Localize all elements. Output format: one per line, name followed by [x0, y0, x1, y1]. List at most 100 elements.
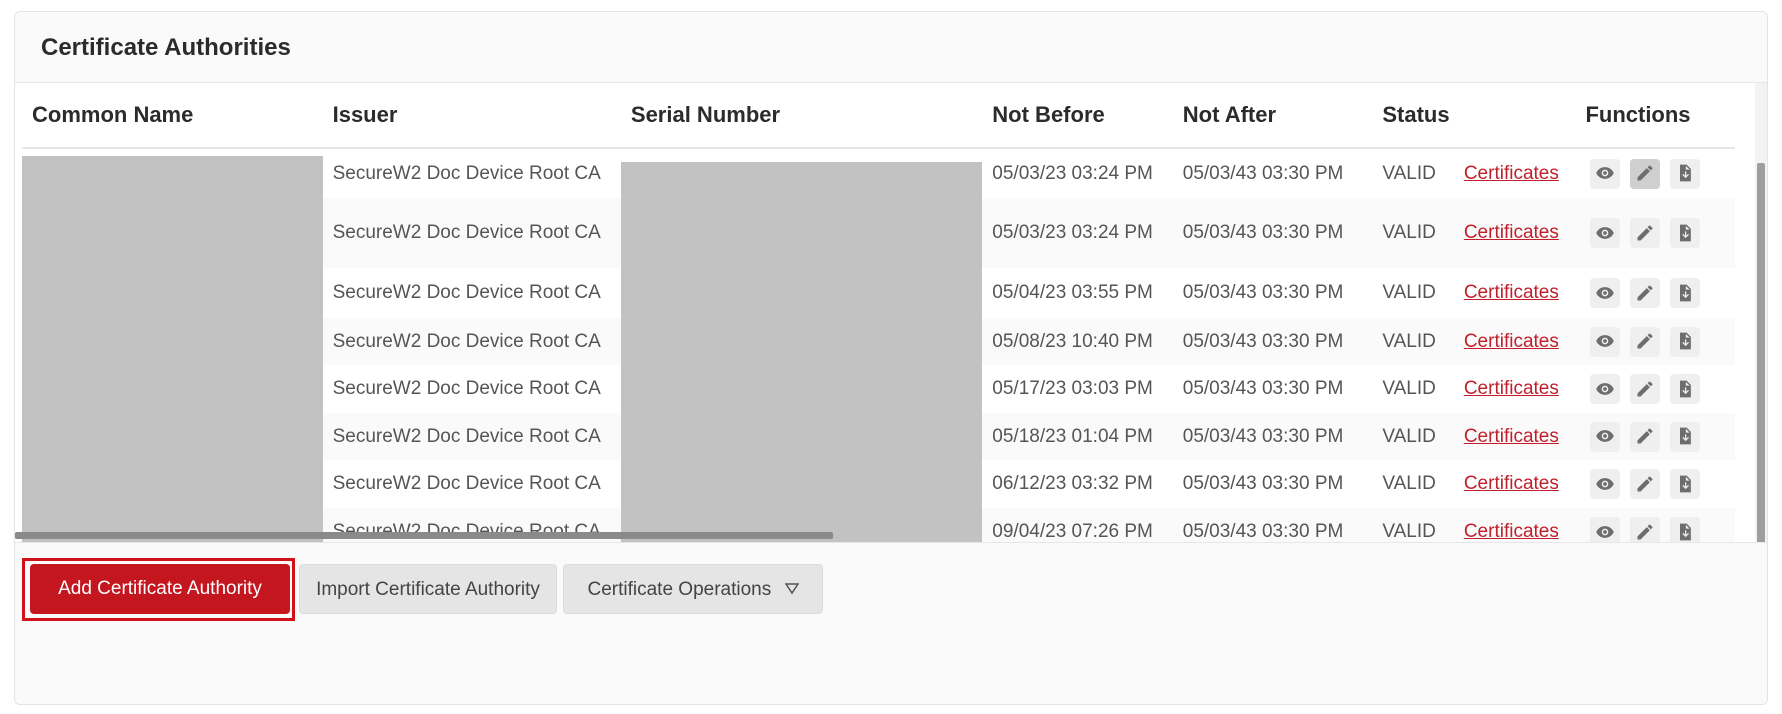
- functions-cell: [1575, 318, 1735, 365]
- footer-actions: Add Certificate Authority Import Certifi…: [15, 542, 1767, 704]
- edit-button[interactable]: [1630, 421, 1661, 452]
- column-header-not-before[interactable]: Not Before: [982, 83, 1173, 149]
- functions-cell: [1575, 460, 1735, 508]
- status-cell: VALID: [1372, 318, 1454, 365]
- status-cell: VALID: [1382, 378, 1436, 399]
- view-button[interactable]: [1590, 421, 1621, 452]
- pencil-icon: [1635, 378, 1655, 399]
- pencil-icon: [1635, 282, 1655, 303]
- functions-cell: [1575, 268, 1735, 318]
- download-button[interactable]: [1670, 326, 1701, 357]
- not-before-cell: 05/03/23 03:24 PM: [992, 162, 1153, 184]
- download-button[interactable]: [1670, 421, 1701, 452]
- table-body: SecureW2 Doc Device Root CA 05/03/23 03:2…: [22, 148, 1735, 556]
- functions-cell: [1575, 148, 1735, 198]
- not-after-cell: 05/03/43 03:30 PM: [1172, 198, 1373, 268]
- import-certificate-authority-button[interactable]: Import Certificate Authority: [299, 564, 557, 614]
- eye-icon: [1595, 331, 1615, 352]
- redacted-block: [22, 156, 323, 553]
- functions-cell: [1575, 413, 1735, 460]
- not-before-cell: 05/08/23 10:40 PM: [982, 318, 1173, 365]
- certificates-link[interactable]: Certificates: [1464, 282, 1559, 303]
- common-name-cell-redacted: [22, 148, 323, 556]
- certificate-operations-dropdown[interactable]: Certificate Operations: [563, 564, 823, 614]
- certificates-link-cell: Certificates: [1454, 460, 1576, 508]
- certificates-link[interactable]: Certificates: [1464, 473, 1559, 494]
- not-before-cell: 05/18/23 01:04 PM: [982, 413, 1173, 460]
- status-cell: VALID: [1382, 162, 1436, 184]
- download-button[interactable]: [1670, 158, 1701, 189]
- column-header-issuer[interactable]: Issuer: [322, 83, 621, 149]
- file-download-icon: [1675, 521, 1695, 542]
- column-header-not-after[interactable]: Not After: [1172, 83, 1373, 149]
- edit-button[interactable]: [1630, 218, 1661, 248]
- panel-header: Certificate Authorities: [15, 12, 1767, 83]
- certificates-link[interactable]: Certificates: [1464, 426, 1559, 447]
- issuer-cell: SecureW2 Doc Device Root CA: [332, 282, 601, 303]
- download-button[interactable]: [1670, 278, 1701, 308]
- certificate-authorities-table: Common Name Issuer Serial Number Not Bef…: [22, 83, 1735, 556]
- pencil-icon: [1635, 163, 1655, 184]
- column-header-status[interactable]: Status: [1372, 83, 1454, 149]
- eye-icon: [1595, 473, 1615, 494]
- issuer-cell: SecureW2 Doc Device Root CA: [322, 413, 621, 460]
- download-button[interactable]: [1670, 374, 1701, 404]
- download-button[interactable]: [1670, 218, 1701, 248]
- horizontal-scrollbar-thumb[interactable]: [15, 532, 833, 539]
- certificates-link-cell: Certificates: [1454, 268, 1576, 318]
- functions-cell: [1575, 198, 1735, 268]
- certificates-link-cell: Certificates: [1453, 198, 1576, 268]
- issuer-cell: SecureW2 Doc Device Root CA: [332, 162, 601, 184]
- view-button[interactable]: [1590, 218, 1621, 248]
- view-button[interactable]: [1590, 326, 1621, 357]
- vertical-scrollbar-thumb[interactable]: [1757, 163, 1765, 553]
- table-row: SecureW2 Doc Device Root CA 05/03/23 03:2…: [22, 148, 1735, 556]
- file-download-icon: [1675, 426, 1695, 447]
- certificates-link-cell: Certificates: [1454, 365, 1576, 413]
- column-header-serial-number[interactable]: Serial Number: [620, 83, 983, 149]
- edit-button[interactable]: [1630, 326, 1661, 357]
- view-button[interactable]: [1590, 278, 1621, 308]
- issuer-cell: SecureW2 Doc Device Root CA: [332, 378, 601, 399]
- functions-cell: [1575, 365, 1735, 413]
- not-after-cell: 05/03/43 03:30 PM: [1182, 378, 1344, 399]
- status-cell: VALID: [1372, 198, 1454, 268]
- pencil-icon: [1635, 521, 1655, 542]
- certificate-operations-label: Certificate Operations: [587, 579, 772, 601]
- certificates-link[interactable]: Certificates: [1464, 521, 1559, 542]
- not-after-cell: 05/03/43 03:30 PM: [1182, 282, 1344, 303]
- pencil-icon: [1635, 222, 1655, 243]
- view-button[interactable]: [1590, 469, 1621, 499]
- certificates-link[interactable]: Certificates: [1464, 378, 1559, 399]
- edit-button[interactable]: [1630, 469, 1661, 499]
- not-before-cell: 05/03/23 03:24 PM: [982, 198, 1173, 268]
- file-download-icon: [1675, 282, 1695, 303]
- table-header-row: Common Name Issuer Serial Number Not Bef…: [22, 83, 1735, 149]
- certificates-link[interactable]: Certificates: [1464, 163, 1559, 184]
- not-before-cell: 06/12/23 03:32 PM: [992, 473, 1153, 494]
- status-cell: VALID: [1382, 473, 1436, 494]
- file-download-icon: [1675, 473, 1695, 494]
- eye-icon: [1595, 163, 1615, 184]
- column-header-common-name[interactable]: Common Name: [22, 83, 323, 149]
- edit-button[interactable]: [1630, 158, 1661, 189]
- status-cell: VALID: [1382, 282, 1436, 303]
- serial-number-cell-redacted: [620, 148, 983, 556]
- file-download-icon: [1675, 331, 1695, 352]
- issuer-cell: SecureW2 Doc Device Root CA: [332, 473, 601, 494]
- view-button[interactable]: [1590, 158, 1621, 189]
- eye-icon: [1595, 521, 1615, 542]
- edit-button[interactable]: [1630, 278, 1661, 308]
- view-button[interactable]: [1590, 374, 1621, 404]
- certificates-link-cell: Certificates: [1454, 148, 1576, 198]
- download-button[interactable]: [1670, 469, 1701, 499]
- file-download-icon: [1675, 378, 1695, 399]
- certificates-link-cell: Certificates: [1453, 318, 1576, 365]
- add-certificate-authority-button[interactable]: Add Certificate Authority: [30, 564, 290, 614]
- eye-icon: [1595, 426, 1615, 447]
- eye-icon: [1595, 222, 1615, 243]
- certificates-link[interactable]: Certificates: [1464, 222, 1559, 243]
- certificates-link[interactable]: Certificates: [1464, 331, 1559, 352]
- issuer-cell: SecureW2 Doc Device Root CA: [322, 198, 621, 268]
- edit-button[interactable]: [1630, 374, 1661, 404]
